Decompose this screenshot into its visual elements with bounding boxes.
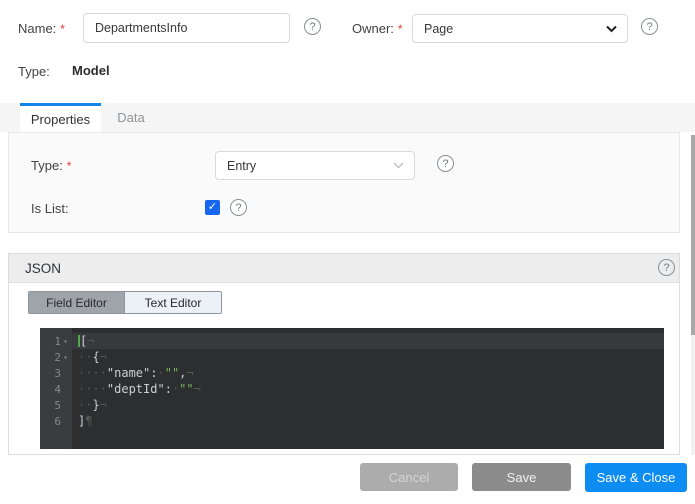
line-number: 5 (40, 397, 72, 413)
save-and-close-button[interactable]: Save & Close (585, 463, 687, 492)
code-line: [¬ (72, 333, 664, 349)
page-scrollbar-thumb[interactable] (691, 135, 695, 335)
properties-panel: Type:* Entry ? Is List: ✓ ? (8, 132, 680, 233)
field-editor-button[interactable]: Field Editor (29, 292, 125, 313)
tab-bar: Properties Data (0, 103, 695, 132)
required-asterisk: * (60, 22, 65, 36)
code-line: ]¶ (72, 413, 664, 429)
model-properties-page: Name:* ? Owner:* Page ? Type: Model Prop… (0, 0, 695, 504)
is-list-label: Is List: (31, 201, 69, 216)
line-number: 1▾ (40, 333, 72, 349)
checkmark-icon: ✓ (208, 202, 217, 213)
save-button[interactable]: Save (472, 463, 571, 491)
entry-type-select[interactable]: Entry (215, 151, 415, 180)
code-line: ··{¬ (72, 349, 664, 365)
is-list-help-icon[interactable]: ? (230, 199, 247, 216)
entry-type-select-value: Entry (227, 159, 256, 173)
line-number: 3 (40, 365, 72, 381)
code-line: ····"name":·"",¬ (72, 365, 664, 381)
code-line: ····"deptId":·""¬ (72, 381, 664, 397)
editor-code[interactable]: [¬··{¬····"name":·"",¬····"deptId":·""¬·… (72, 328, 664, 449)
is-list-checkbox[interactable]: ✓ (205, 200, 220, 215)
editor-mode-toggle: Field Editor Text Editor (28, 291, 222, 314)
required-asterisk: * (398, 22, 403, 36)
line-number: 6 (40, 413, 72, 429)
chevron-down-icon (606, 25, 617, 33)
line-number: 2▾ (40, 349, 72, 365)
json-section-header: JSON (9, 254, 679, 283)
fold-arrow-icon[interactable]: ▾ (61, 337, 70, 346)
type-value: Model (72, 63, 110, 78)
owner-help-icon[interactable]: ? (641, 18, 658, 35)
json-help-icon[interactable]: ? (658, 259, 675, 276)
json-section-title: JSON (25, 261, 61, 276)
tab-properties[interactable]: Properties (20, 103, 101, 132)
required-asterisk: * (67, 159, 72, 173)
owner-select[interactable]: Page (412, 14, 628, 43)
name-label: Name:* (18, 21, 65, 36)
entry-type-label: Type:* (31, 158, 71, 173)
type-label: Type: (18, 64, 50, 79)
chevron-down-icon (393, 162, 404, 169)
fold-arrow-icon[interactable]: ▾ (61, 353, 70, 362)
name-input[interactable] (83, 13, 290, 43)
page-scrollbar (691, 135, 695, 455)
cancel-button[interactable]: Cancel (360, 463, 458, 491)
code-line: ··}¬ (72, 397, 664, 413)
tab-data[interactable]: Data (101, 103, 161, 132)
owner-label: Owner:* (352, 21, 403, 36)
text-editor-button[interactable]: Text Editor (125, 292, 221, 313)
name-help-icon[interactable]: ? (304, 18, 321, 35)
json-code-editor[interactable]: 1▾2▾3456 [¬··{¬····"name":·"",¬····"dept… (40, 328, 664, 449)
line-number: 4 (40, 381, 72, 397)
owner-select-value: Page (424, 22, 453, 36)
editor-gutter: 1▾2▾3456 (40, 328, 72, 449)
json-section: JSON ? Field Editor Text Editor 1▾2▾3456… (8, 253, 680, 455)
entry-type-help-icon[interactable]: ? (437, 155, 454, 172)
